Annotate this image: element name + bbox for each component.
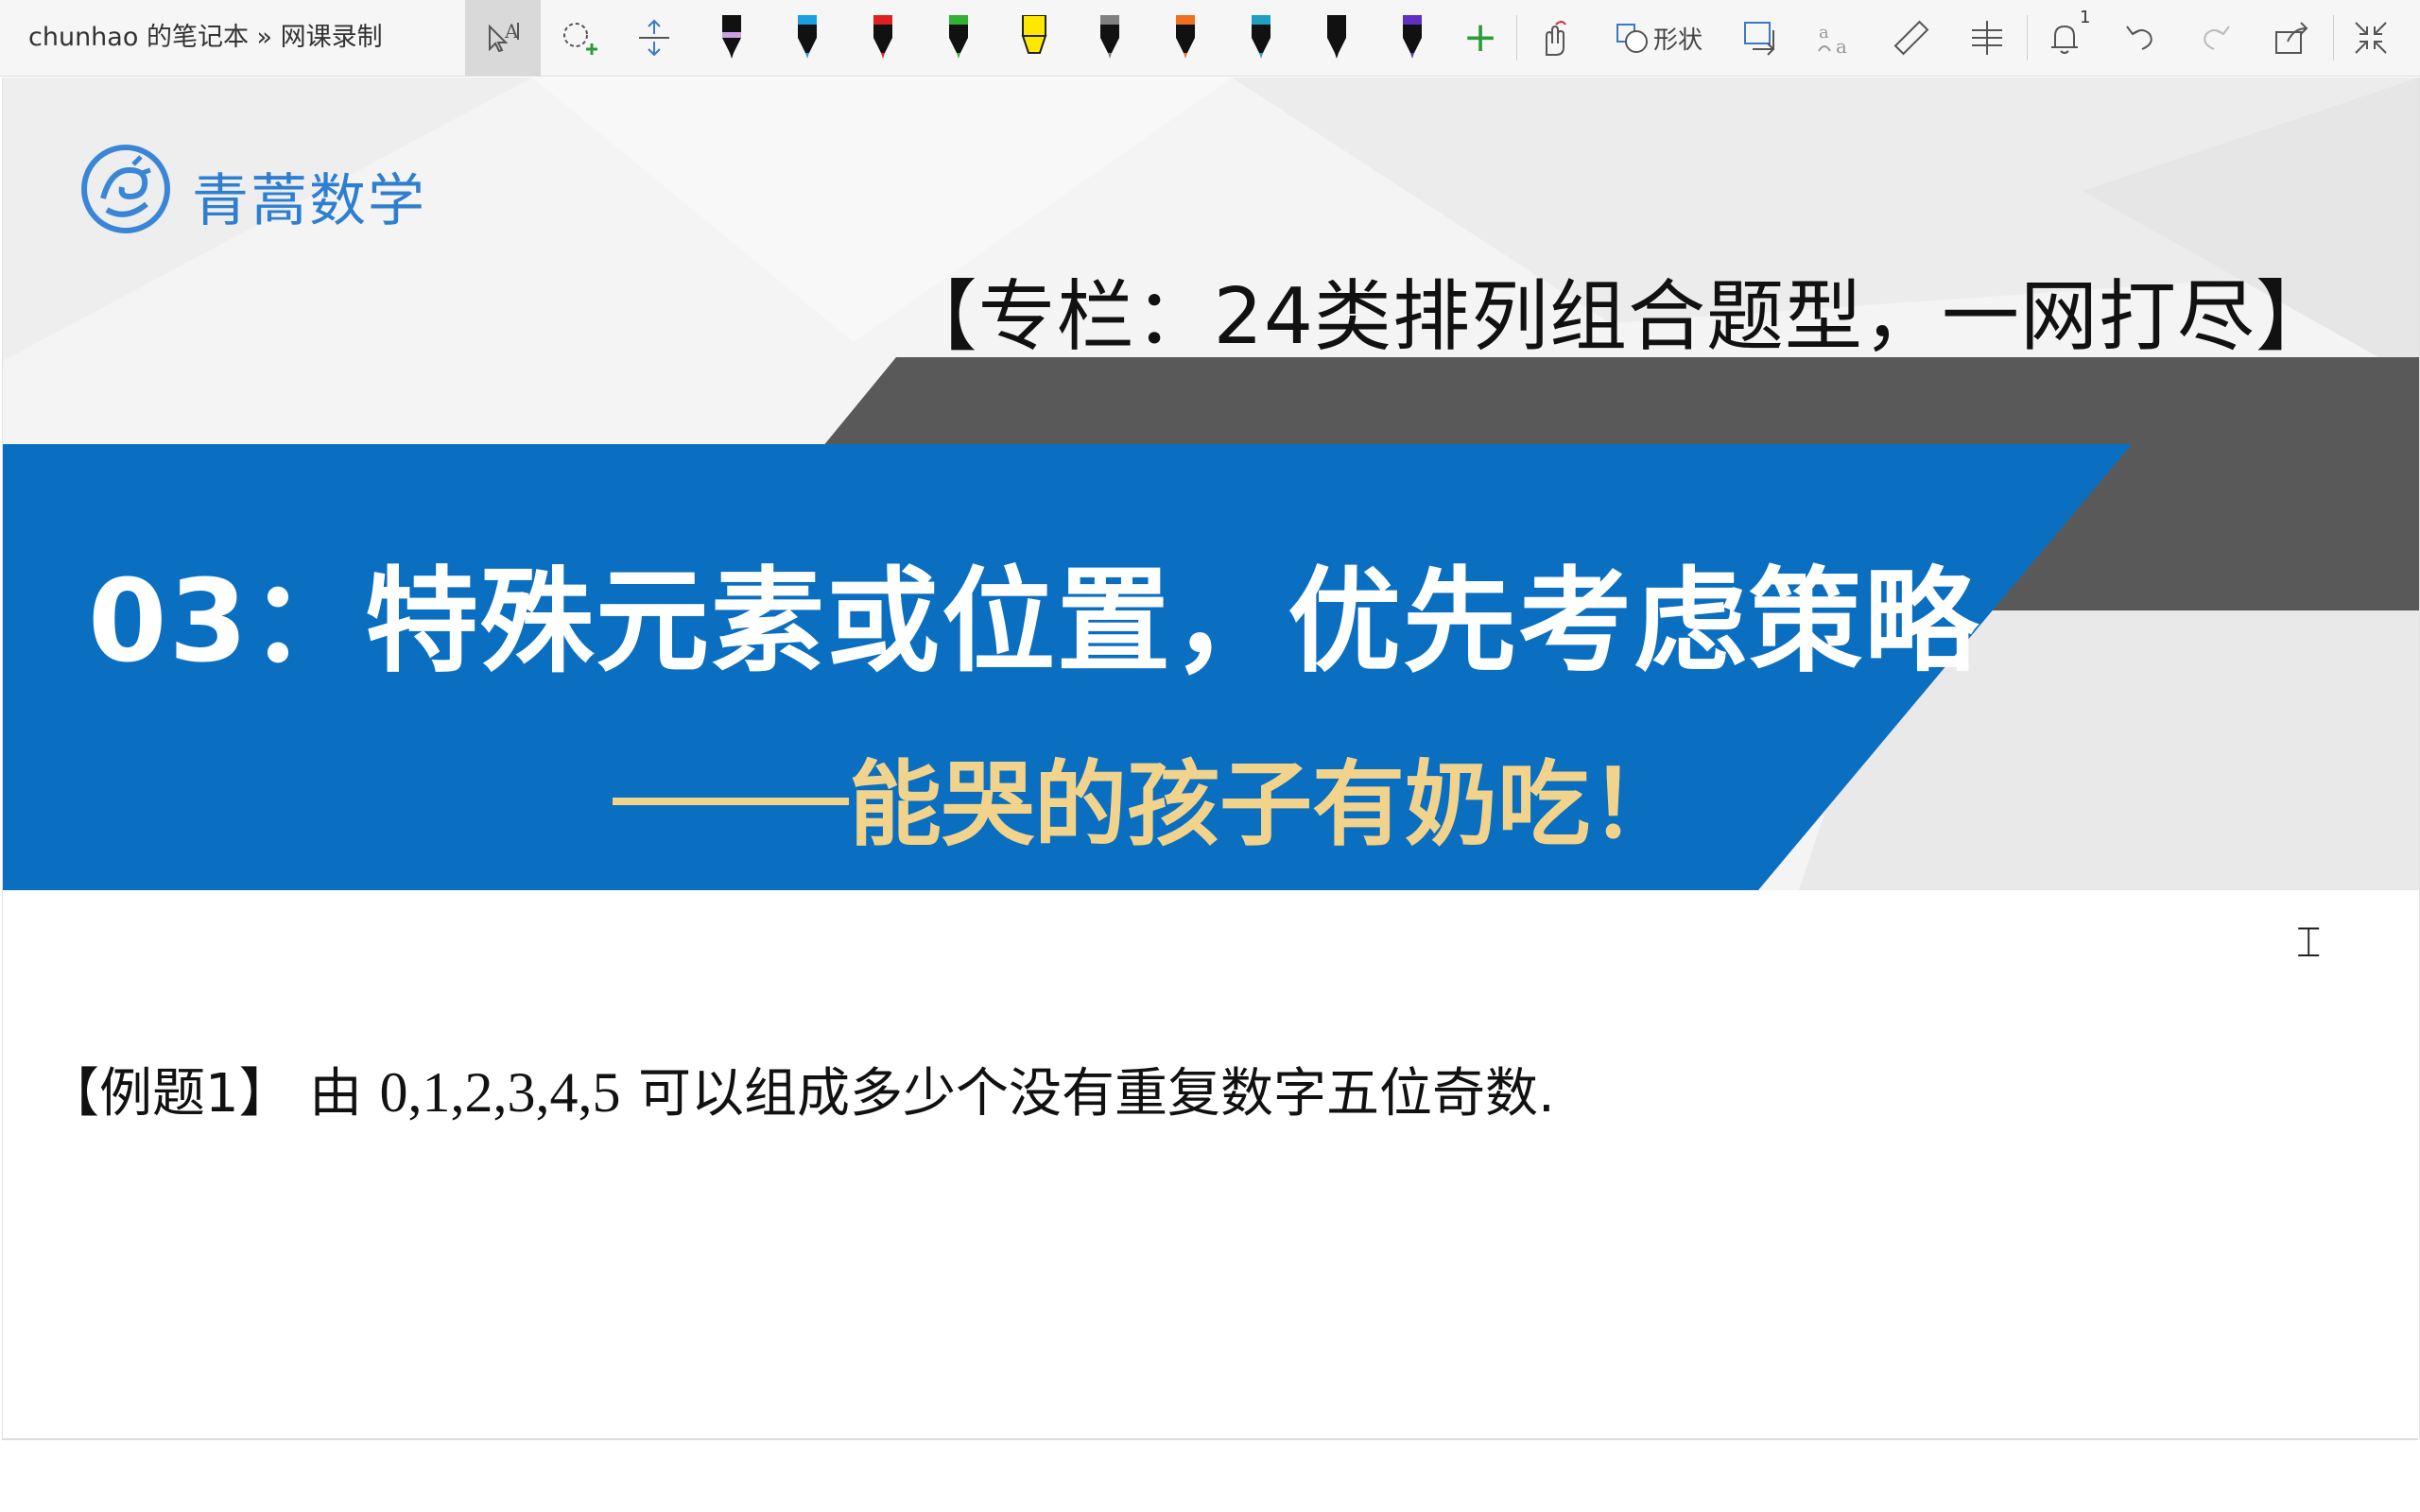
insert-space-icon	[633, 17, 675, 59]
notification-count-badge: 1	[2080, 8, 2091, 27]
logo-emblem-icon	[81, 145, 170, 233]
pen-black-icon	[711, 15, 752, 60]
pencil-gray-icon	[1089, 15, 1131, 60]
toolbar-divider	[2333, 15, 2334, 60]
text-select-tool-button[interactable]: A	[465, 0, 541, 76]
ruler-button[interactable]	[1881, 8, 1942, 68]
pen-black-button[interactable]	[701, 8, 762, 68]
ink-to-text-button[interactable]: aa	[1806, 8, 1866, 68]
pen-green-icon	[938, 15, 979, 60]
collapse-icon	[2350, 17, 2392, 59]
share-button[interactable]	[2261, 8, 2322, 68]
notifications-button[interactable]: 1	[2034, 8, 2095, 68]
example-text: 可以组成多少个没有重复数字五位奇数.	[637, 1063, 1555, 1125]
pen-rainbow-icon	[1165, 15, 1206, 60]
pen-purple-button[interactable]	[1382, 8, 1443, 68]
svg-text:a: a	[1836, 35, 1847, 58]
toolbar-divider	[1516, 15, 1517, 60]
shapes-icon	[1616, 21, 1650, 55]
lesson-subtitle: 能哭的孩子有奶吃！	[613, 730, 1683, 864]
toolbar-divider	[2027, 15, 2028, 60]
lesson-subtitle-text: 能哭的孩子有奶吃！	[849, 751, 1684, 859]
ink-to-text-icon: aa	[1815, 17, 1857, 59]
pen-blue-icon	[786, 15, 828, 60]
highlighter-yellow-button[interactable]	[1004, 8, 1064, 68]
plus-icon: +	[1462, 13, 1498, 61]
pen-red-button[interactable]	[853, 8, 913, 68]
exit-fullscreen-button[interactable]	[2341, 8, 2401, 68]
ink-to-shape-icon	[1739, 17, 1781, 59]
ink-replay-button[interactable]	[1957, 8, 2017, 68]
undo-icon	[2119, 17, 2161, 59]
highlighter-yellow-icon	[1013, 15, 1055, 60]
pen-galaxy-button[interactable]	[1231, 8, 1291, 68]
notebook-breadcrumb[interactable]: chunhao 的笔记本 » 网课录制	[28, 21, 383, 55]
shapes-button[interactable]: 形状	[1607, 8, 1711, 68]
undo-button[interactable]	[2110, 8, 2170, 68]
pen-purple-icon	[1392, 15, 1433, 60]
replay-icon	[1966, 17, 2008, 59]
shapes-label: 形状	[1652, 26, 1703, 55]
pen-black-2-button[interactable]	[1306, 8, 1367, 68]
example-prefix: 由	[309, 1063, 363, 1125]
pen-rainbow-button[interactable]	[1155, 8, 1216, 68]
pencil-gray-button[interactable]	[1080, 8, 1140, 68]
example-numbers: 0,1,2,3,4,5	[379, 1061, 621, 1124]
column-title: 【专栏：24类排列组合题型，一网打尽】	[899, 272, 2334, 362]
pen-galaxy-icon	[1240, 15, 1282, 60]
svg-text:A: A	[504, 20, 519, 43]
svg-text:a: a	[1819, 23, 1829, 43]
lesson-title: 03：特殊元素或位置，优先考虑策略	[88, 557, 1979, 688]
pen-black-2-icon	[1316, 15, 1357, 60]
qinghao-logo	[78, 142, 173, 240]
text-select-icon: A	[482, 17, 524, 59]
lasso-select-button[interactable]	[548, 8, 609, 68]
dash-decoration	[613, 798, 849, 806]
insert-space-button[interactable]	[624, 8, 684, 68]
touch-writing-icon	[1533, 17, 1575, 59]
add-pen-button[interactable]: +	[1450, 8, 1511, 68]
note-page-canvas[interactable]: 青蒿数学 【专栏：24类排列组合题型，一网打尽】 03：特殊元素或位置，优先考虑…	[2, 77, 2420, 1438]
pen-green-button[interactable]	[928, 8, 989, 68]
share-icon	[2271, 17, 2312, 59]
redo-button[interactable]	[2186, 8, 2246, 68]
text-cursor-icon: ⌶	[2296, 919, 2322, 967]
ink-to-shape-button[interactable]	[1730, 8, 1790, 68]
pen-blue-button[interactable]	[777, 8, 838, 68]
touch-draw-button[interactable]	[1524, 8, 1584, 68]
logo-text: 青蒿数学	[192, 168, 426, 234]
ink-toolbar: chunhao 的笔记本 » 网课录制 A + 形状 a a 1	[0, 0, 2420, 77]
pen-red-icon	[862, 15, 904, 60]
lasso-add-icon	[558, 17, 599, 59]
page-bottom-edge	[2, 1438, 2418, 1440]
example-tag: 【例题1】	[46, 1063, 292, 1125]
redo-icon	[2195, 17, 2237, 59]
example-problem: 【例题1】 由 0,1,2,3,4,5 可以组成多少个没有重复数字五位奇数.	[46, 1051, 1555, 1127]
ruler-icon	[1891, 17, 1932, 59]
